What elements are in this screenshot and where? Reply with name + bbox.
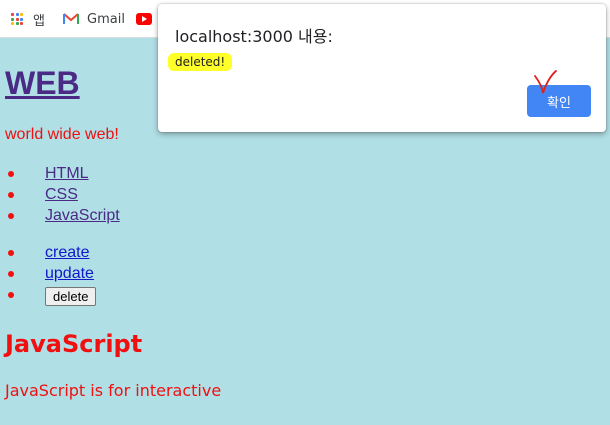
section-description: JavaScript is for interactive — [5, 381, 222, 400]
site-subtitle: world wide web! — [5, 126, 119, 143]
apps-grid-icon — [11, 13, 23, 25]
list-item: create — [7, 242, 96, 263]
youtube-icon — [136, 13, 152, 25]
site-title-link[interactable]: WEB — [5, 63, 80, 103]
delete-button[interactable]: delete — [45, 287, 97, 306]
list-item: delete — [7, 284, 97, 306]
create-link[interactable]: create — [45, 244, 89, 261]
list-item: CSS — [8, 184, 120, 205]
bookmark-apps-label: 앱 — [33, 13, 45, 29]
dialog-title: localhost:3000 내용: — [175, 27, 333, 46]
list-item: update — [7, 263, 96, 284]
topic-list: HTML CSS JavaScript — [8, 163, 120, 226]
gmail-icon — [63, 13, 79, 24]
control-list: create update delete — [7, 242, 97, 306]
bookmark-gmail-label: Gmail — [87, 11, 125, 27]
bookmark-apps[interactable]: 앱 — [11, 0, 45, 38]
topic-link-html[interactable]: HTML — [45, 165, 89, 182]
update-link[interactable]: update — [45, 265, 94, 282]
bookmark-gmail[interactable]: Gmail — [63, 0, 125, 38]
list-item: HTML — [8, 163, 120, 184]
checkmark-annotation-icon — [534, 70, 557, 94]
list-item: JavaScript — [8, 205, 120, 226]
topic-link-css[interactable]: CSS — [45, 186, 78, 203]
topic-link-javascript[interactable]: JavaScript — [45, 207, 120, 224]
section-title: JavaScript — [5, 330, 143, 358]
bookmark-youtube[interactable] — [136, 0, 152, 38]
dialog-message: deleted! — [168, 53, 233, 71]
